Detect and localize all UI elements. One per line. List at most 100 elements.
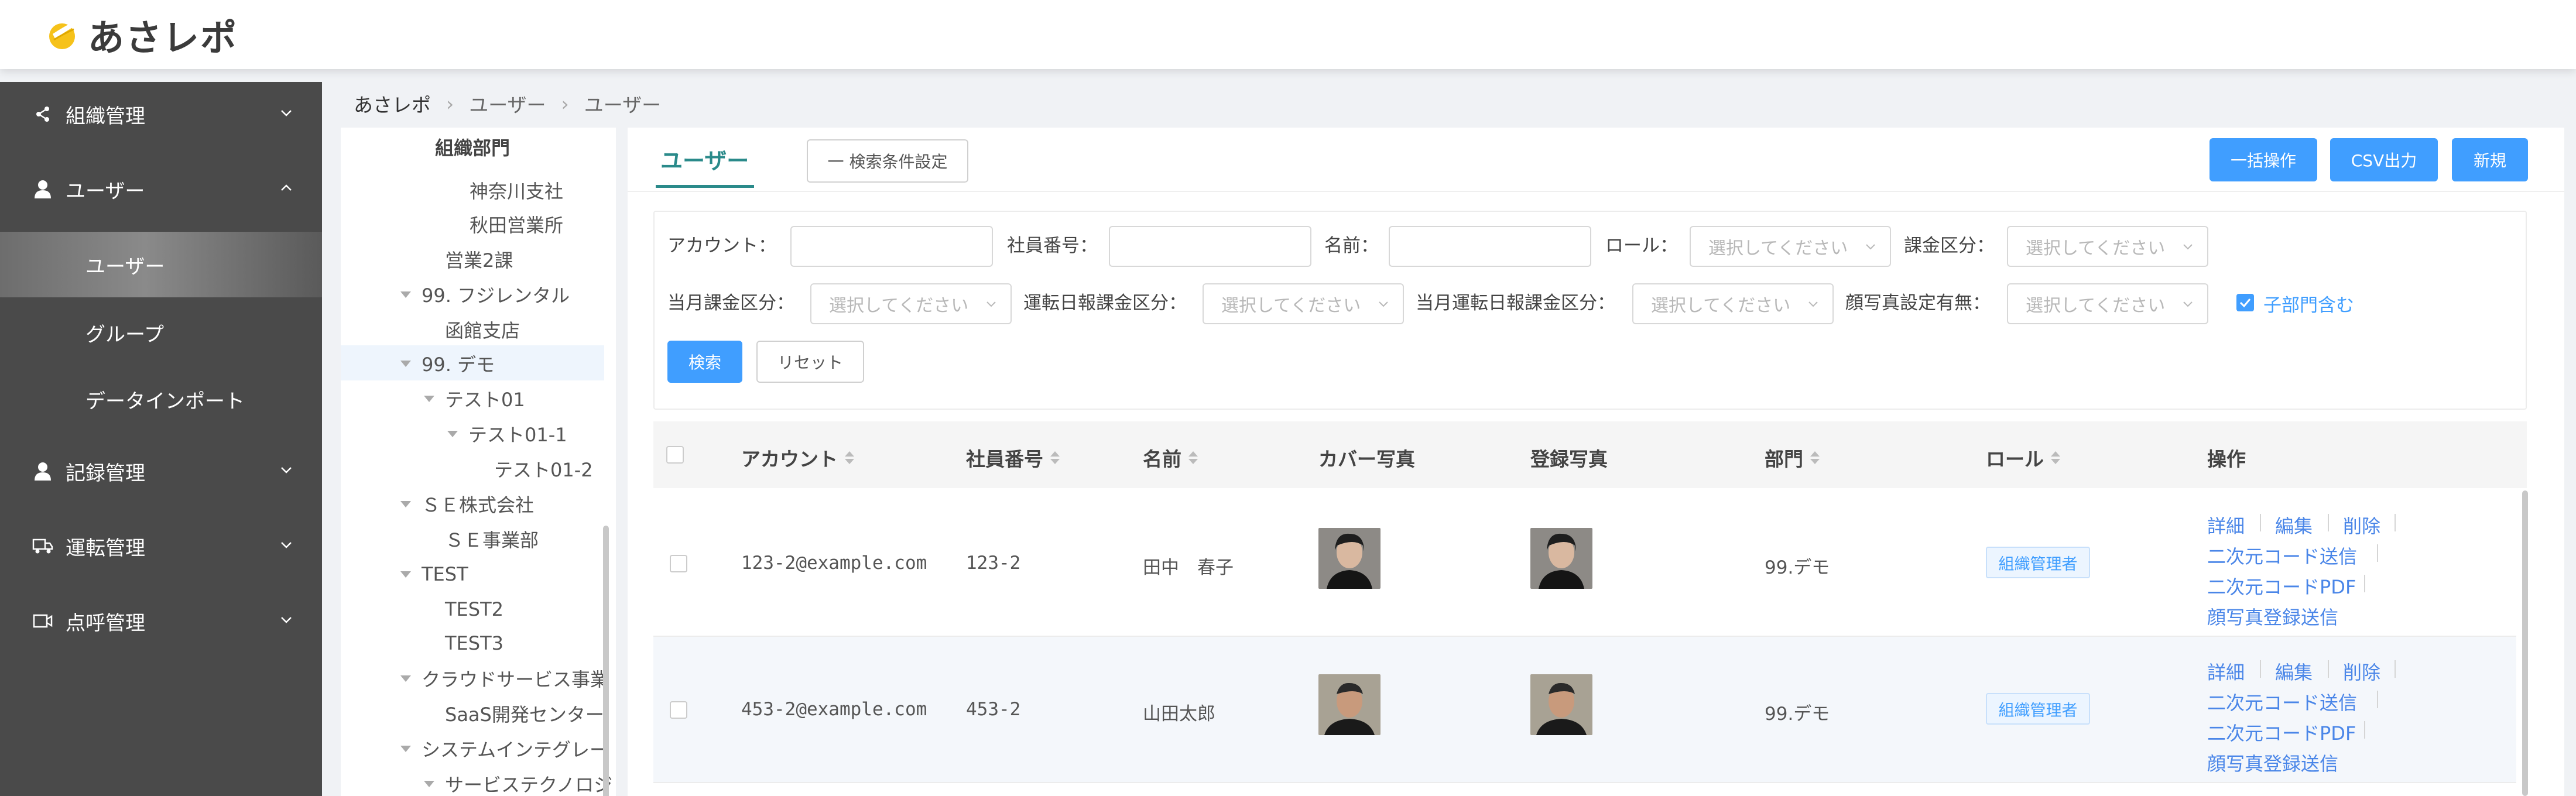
camera-icon [30,609,55,633]
tree-node[interactable]: 函館支店 [445,313,520,346]
breadcrumb-item[interactable]: あさレポ [354,90,431,118]
app-logo[interactable]: あさレポ [46,15,238,59]
include-sub-label[interactable]: 子部門含む [2263,290,2354,317]
account-input[interactable] [790,226,993,267]
caret-down-icon[interactable] [400,500,411,507]
tree-node[interactable]: SaaS開発センター [445,696,604,730]
tree-node[interactable]: TEST [400,557,468,591]
qr-send-link[interactable]: 二次元コード送信 [2207,542,2357,569]
chevron-down-icon [1379,301,1388,307]
main-panel: ユーザー 一 検索条件設定 一括操作 CSV出力 新規 アカウント： 社員番号：… [628,128,2564,796]
sidebar-item-group[interactable]: グループ [0,300,322,365]
detail-link[interactable]: 詳細 [2207,512,2245,538]
sort-icon[interactable] [1810,450,1820,465]
qr-send-link[interactable]: 二次元コード送信 [2207,688,2357,715]
bulk-operation-button[interactable]: 一括操作 [2210,138,2317,181]
tree-node[interactable]: TEST3 [445,626,503,660]
search-button[interactable]: 検索 [667,341,742,383]
tree-node[interactable]: 秋田営業所 [470,207,563,241]
face-photo-send-link[interactable]: 顔写真登録送信 [2207,603,2338,630]
sort-icon[interactable] [845,450,854,465]
caret-down-icon[interactable] [447,430,458,437]
sidebar-item-user[interactable]: ユーザー [0,232,322,297]
tree-node[interactable]: テスト01-1 [447,417,567,451]
column-header-label: カバー写真 [1318,448,1415,471]
csv-export-button[interactable]: CSV出力 [2330,138,2438,181]
search-settings-button[interactable]: 一 検索条件設定 [807,139,968,183]
cover-photo-thumbnail[interactable] [1318,674,1381,735]
sidebar-item-label: グループ [85,322,164,346]
tab-user[interactable]: ユーザー [660,143,749,175]
tree-node[interactable]: 営業2課 [445,242,513,276]
caret-down-icon[interactable] [424,395,434,402]
delete-link[interactable]: 削除 [2343,658,2380,685]
tree-node[interactable]: ＳＥ事業部 [445,522,539,556]
caret-down-icon[interactable] [424,780,434,787]
sidebar-group-label: 記録管理 [66,461,145,485]
tree-node-label: テスト01-2 [494,459,593,481]
sidebar-group-driving[interactable]: 運転管理 [0,514,322,578]
face-photo-select[interactable]: 選択してください [2007,283,2208,324]
tree-node[interactable]: システムインテグレー [400,732,608,766]
column-header-account[interactable]: アカウント [741,444,854,472]
table-scrollbar[interactable] [2522,490,2528,796]
registered-photo-thumbnail[interactable] [1530,528,1592,589]
column-header-employee-no[interactable]: 社員番号 [966,444,1060,472]
divider [2328,514,2329,531]
tree-node[interactable]: 神奈川支社 [470,173,563,207]
column-header-role[interactable]: ロール [1986,444,2060,472]
sort-icon[interactable] [2051,450,2060,465]
tree-node[interactable]: クラウドサービス事業 [400,661,609,695]
tree-scrollbar[interactable] [603,526,609,796]
row-checkbox[interactable] [670,555,687,572]
qr-pdf-link[interactable]: 二次元コードPDF [2207,572,2356,599]
column-header-name[interactable]: 名前 [1143,444,1198,472]
registered-photo-thumbnail[interactable] [1530,674,1592,735]
caret-down-icon[interactable] [400,745,411,752]
caret-down-icon[interactable] [400,571,411,578]
sort-icon[interactable] [1188,450,1198,465]
tree-node[interactable]: ＳＥ株式会社 [400,487,534,521]
cover-photo-thumbnail[interactable] [1318,528,1381,589]
tree-node[interactable]: 99. フジレンタル [400,277,570,311]
tree-node[interactable]: テスト01 [424,382,525,416]
select-placeholder: 選択してください [1708,238,1848,259]
face-photo-send-link[interactable]: 顔写真登録送信 [2207,749,2338,776]
qr-pdf-link[interactable]: 二次元コードPDF [2207,719,2356,746]
billing-select[interactable]: 選択してください [2007,226,2208,267]
sidebar-group-rollcall[interactable]: 点呼管理 [0,589,322,653]
name-input[interactable] [1389,226,1591,267]
edit-link[interactable]: 編集 [2275,512,2313,538]
reset-button[interactable]: リセット [756,341,864,383]
caret-down-icon[interactable] [400,360,411,367]
employee-no-input[interactable] [1109,226,1311,267]
delete-link[interactable]: 削除 [2343,512,2380,538]
row-checkbox[interactable] [670,701,687,719]
new-button[interactable]: 新規 [2452,138,2528,181]
sidebar-group-records[interactable]: 記録管理 [0,439,322,503]
edit-link[interactable]: 編集 [2275,658,2313,685]
filter-label: 課金区分： [1904,235,1995,256]
divider [2260,660,2261,678]
column-header-registered-photo: 登録写真 [1530,444,1608,472]
month-billing-select[interactable]: 選択してください [810,283,1012,324]
sort-icon[interactable] [1050,450,1060,465]
breadcrumb-item[interactable]: ユーザー [469,90,546,118]
drive-report-billing-select[interactable]: 選択してください [1203,283,1404,324]
select-all-checkbox[interactable] [666,446,684,464]
tree-node[interactable]: TEST2 [445,592,503,626]
tree-node-selected[interactable]: 99. デモ [400,346,495,380]
tree-node[interactable]: サービステクノロジ [424,767,612,796]
detail-link[interactable]: 詳細 [2207,658,2245,685]
caret-down-icon[interactable] [400,675,411,682]
include-sub-checkbox[interactable] [2236,294,2254,311]
sidebar-item-data-import[interactable]: データインポート [0,366,322,432]
sidebar-group-organization[interactable]: 組織管理 [0,82,322,146]
column-header-label: ロール [1986,448,2044,471]
column-header-dept[interactable]: 部門 [1765,444,1820,472]
caret-down-icon[interactable] [400,291,411,298]
sidebar-group-user[interactable]: ユーザー [0,157,322,221]
month-drive-report-billing-select[interactable]: 選択してください [1632,283,1834,324]
role-select[interactable]: 選択してください [1690,226,1891,267]
tree-node[interactable]: テスト01-2 [494,452,593,486]
